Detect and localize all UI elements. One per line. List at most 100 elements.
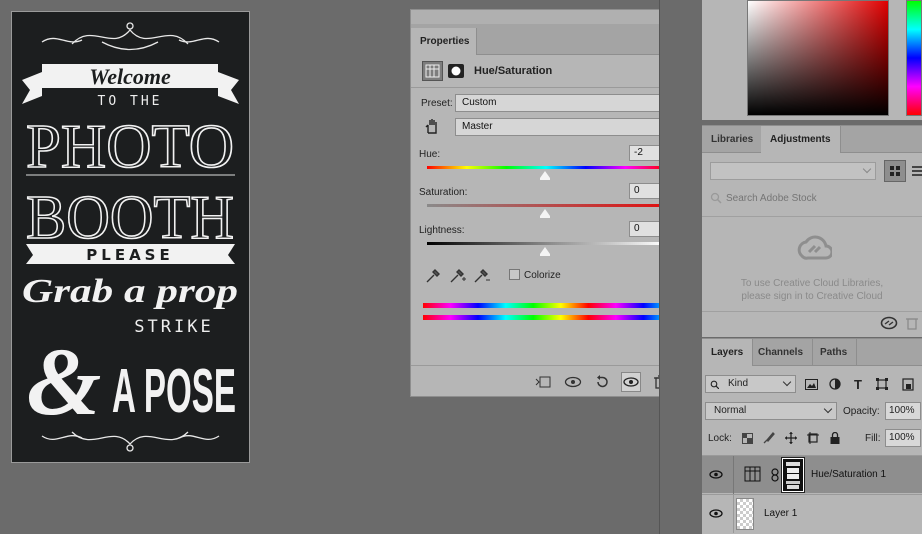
tab-properties[interactable]: Properties xyxy=(411,28,477,55)
blend-mode-dropdown[interactable]: Normal xyxy=(705,402,837,420)
targeted-adjustment-hand-icon[interactable] xyxy=(423,117,441,135)
filter-pixel-icon[interactable] xyxy=(803,376,819,392)
tab-adjustments[interactable]: Adjustments xyxy=(761,126,841,153)
library-delete-icon[interactable] xyxy=(906,316,918,330)
tab-paths[interactable]: Paths xyxy=(811,339,858,366)
opacity-input[interactable]: 100% xyxy=(885,402,921,420)
lock-transparent-pixels-icon[interactable] xyxy=(740,431,754,445)
filter-smart-object-icon[interactable] xyxy=(900,376,916,392)
filter-shape-icon[interactable] xyxy=(874,376,890,392)
adobe-stock-search-input[interactable] xyxy=(724,190,914,206)
visibility-eye-icon[interactable] xyxy=(708,467,724,481)
signin-message-line2: please sign in to Creative Cloud xyxy=(741,291,883,302)
fill-label: Fill: xyxy=(865,433,881,444)
properties-panel: ◂◂ ✕ Properties Hue/Saturation Preset: C… xyxy=(410,9,697,397)
eyedropper-subtract-icon[interactable] xyxy=(473,268,491,284)
grab-a-prop-text: Grab a prop xyxy=(22,273,238,310)
clip-to-layer-icon[interactable] xyxy=(533,372,553,392)
saturation-slider-track[interactable] xyxy=(427,204,665,207)
divider xyxy=(702,311,922,312)
layers-panel: Layers Channels Paths Kind T Normal Opac… xyxy=(702,338,922,534)
view-previous-state-icon[interactable] xyxy=(563,372,583,392)
list-view-icon[interactable] xyxy=(910,162,922,180)
hue-strip[interactable] xyxy=(906,0,922,116)
blend-mode-value: Normal xyxy=(714,405,747,416)
layer-filter-dropdown[interactable]: Kind xyxy=(705,375,796,393)
layer-row-layer-1[interactable]: Layer 1 xyxy=(702,494,922,533)
lightness-slider-track[interactable] xyxy=(427,242,665,245)
creative-cloud-sync-icon[interactable] xyxy=(880,316,898,330)
source-color-bar xyxy=(423,303,671,308)
chevron-down-icon xyxy=(862,164,872,174)
eyedropper-add-icon[interactable] xyxy=(449,268,467,284)
eyedropper-icon[interactable] xyxy=(425,268,441,284)
libraries-tabbar: Libraries Adjustments xyxy=(702,126,922,153)
colorize-checkbox[interactable] xyxy=(509,269,520,280)
adjustment-header: Hue/Saturation xyxy=(411,56,696,88)
adjustment-title: Hue/Saturation xyxy=(474,65,553,77)
toggle-visibility-icon[interactable] xyxy=(621,372,641,392)
layer-row-hue-saturation[interactable]: Hue/Saturation 1 xyxy=(702,455,922,494)
filter-adjustment-icon[interactable] xyxy=(827,376,843,392)
lightness-slider-thumb[interactable] xyxy=(540,247,550,256)
hue-slider-thumb[interactable] xyxy=(539,171,550,180)
booth-text: BOOTH xyxy=(26,184,234,252)
tab-channels[interactable]: Channels xyxy=(749,339,814,366)
saturation-label: Saturation: xyxy=(419,187,468,198)
properties-topbar: ◂◂ ✕ xyxy=(411,10,696,24)
ampersand-text: & xyxy=(27,328,102,435)
tab-libraries[interactable]: Libraries xyxy=(702,126,764,153)
grid-view-icon[interactable] xyxy=(884,160,906,182)
hue-slider-track[interactable] xyxy=(427,166,665,169)
color-picker-panel xyxy=(702,0,922,120)
filter-type-icon[interactable]: T xyxy=(850,376,866,392)
lock-image-pixels-icon[interactable] xyxy=(762,431,776,445)
library-select[interactable] xyxy=(710,162,876,180)
fill-input[interactable]: 100% xyxy=(885,429,921,447)
layer-mask-thumbnail[interactable] xyxy=(781,457,805,493)
transparent-layer-thumbnail[interactable] xyxy=(736,498,754,530)
saturation-slider-thumb[interactable] xyxy=(540,209,550,218)
signin-message: To use Creative Cloud Libraries, please … xyxy=(702,277,922,303)
color-field[interactable] xyxy=(747,0,889,116)
panel-dock-separator xyxy=(659,0,702,534)
top-flourish-icon xyxy=(41,22,220,51)
lock-artboard-icon[interactable] xyxy=(806,431,820,445)
layer-name: Hue/Saturation 1 xyxy=(811,469,887,480)
reset-icon[interactable] xyxy=(592,372,612,392)
adjustment-layer-icon xyxy=(744,466,761,482)
please-text: PLEASE xyxy=(86,246,173,264)
chalkboard-artwork: Welcome TO THE PHOTO BOOTH PLEASE Grab a… xyxy=(22,22,239,452)
tab-layers[interactable]: Layers xyxy=(702,339,754,366)
document-canvas[interactable]: Welcome TO THE PHOTO BOOTH PLEASE Grab a… xyxy=(11,11,250,463)
opacity-label: Opacity: xyxy=(843,406,880,417)
libraries-panel: Libraries Adjustments To use Creative Cl… xyxy=(702,125,922,337)
channel-value: Master xyxy=(462,121,493,132)
chain-link-icon[interactable] xyxy=(770,467,780,483)
mask-icon[interactable] xyxy=(447,63,465,79)
colorize-label: Colorize xyxy=(524,270,561,281)
divider xyxy=(733,495,734,533)
layer-filter-value: Kind xyxy=(728,378,749,389)
lock-all-icon[interactable] xyxy=(828,431,842,445)
layers-tabbar: Layers Channels Paths xyxy=(702,339,922,366)
properties-tabrow: Properties xyxy=(411,24,696,55)
visibility-eye-icon[interactable] xyxy=(708,506,724,520)
search-icon xyxy=(710,192,722,204)
hue-label: Hue: xyxy=(419,149,441,160)
a-pose-text: A POSE xyxy=(112,357,236,426)
preset-dropdown[interactable]: Custom xyxy=(455,94,673,112)
lock-position-icon[interactable] xyxy=(784,431,798,445)
creative-cloud-icon xyxy=(796,232,834,268)
chevron-down-icon xyxy=(823,404,833,414)
divider xyxy=(702,216,922,217)
to-the-text: TO THE xyxy=(98,94,163,109)
strike-text: STRIKE xyxy=(134,317,213,337)
signin-message-line1: To use Creative Cloud Libraries, xyxy=(740,278,884,289)
layer-name: Layer 1 xyxy=(764,508,798,519)
lightness-label: Lightness: xyxy=(419,225,465,236)
preset-value: Custom xyxy=(462,97,497,108)
adjustment-layer-icon[interactable] xyxy=(422,61,443,81)
lock-label: Lock: xyxy=(708,433,732,444)
channel-dropdown[interactable]: Master xyxy=(455,118,673,136)
